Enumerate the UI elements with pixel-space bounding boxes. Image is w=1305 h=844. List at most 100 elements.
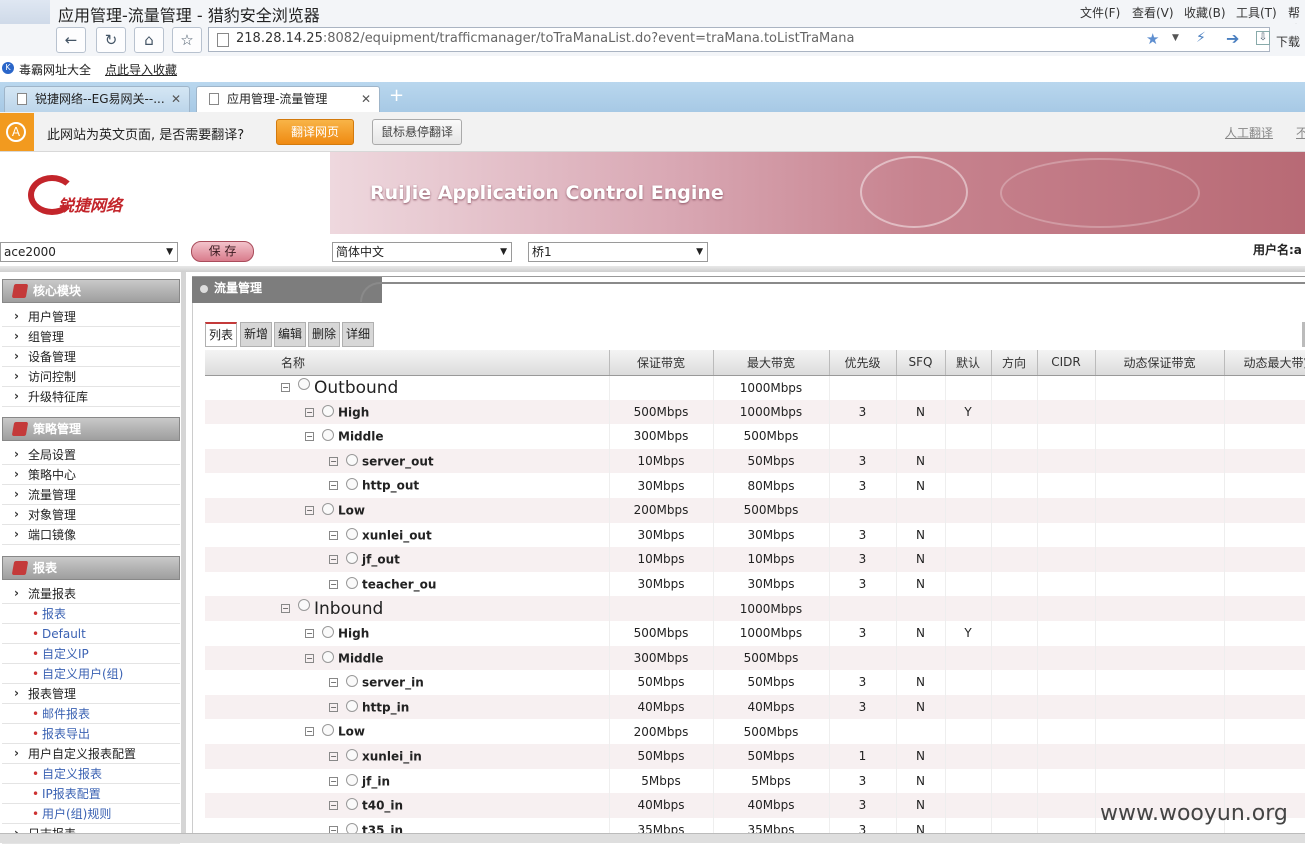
bookmark-duba[interactable]: 毒霸网址大全: [19, 61, 91, 78]
cell-name[interactable]: − High: [205, 399, 610, 425]
cell-name[interactable]: − t35_in: [205, 817, 610, 833]
sidebar-group-item[interactable]: 用户自定义报表配置: [2, 743, 180, 764]
cell-name[interactable]: − jf_in: [205, 768, 610, 794]
cell-name[interactable]: − Middle: [205, 645, 610, 671]
row-radio[interactable]: [346, 527, 358, 540]
row-radio[interactable]: [322, 404, 334, 417]
row-radio[interactable]: [322, 429, 334, 442]
table-row[interactable]: − http_in 40Mbps 40Mbps 3 N: [205, 694, 1305, 720]
cell-name[interactable]: − t40_in: [205, 793, 610, 818]
collapse-toggle-icon[interactable]: −: [329, 801, 338, 811]
col-priority[interactable]: 优先级: [829, 350, 897, 376]
table-row[interactable]: − jf_out 10Mbps 10Mbps 3 N: [205, 547, 1305, 572]
collapse-toggle-icon[interactable]: −: [329, 825, 338, 833]
url-text[interactable]: 218.28.14.25:8082/equipment/trafficmanag…: [236, 31, 854, 46]
collapse-toggle-icon[interactable]: −: [305, 653, 314, 663]
sidebar-item-port-mirror[interactable]: 端口镜像: [2, 524, 180, 545]
collapse-toggle-icon[interactable]: −: [329, 678, 338, 688]
new-tab-button[interactable]: +: [389, 85, 404, 106]
language-select[interactable]: 简体中文 ▼: [332, 242, 512, 262]
back-icon[interactable]: ←: [56, 27, 86, 53]
sidebar-group-item[interactable]: 流量报表: [2, 583, 180, 604]
collapse-toggle-icon[interactable]: −: [305, 506, 314, 516]
menu-tools[interactable]: 工具(T): [1236, 4, 1277, 21]
collapse-toggle-icon[interactable]: −: [329, 702, 338, 712]
cell-name[interactable]: − Inbound: [205, 596, 610, 621]
row-radio[interactable]: [346, 773, 358, 786]
save-button[interactable]: 保 存: [191, 241, 254, 262]
go-icon[interactable]: ➔: [1226, 29, 1239, 48]
table-row[interactable]: − server_in 50Mbps 50Mbps 3 N: [205, 670, 1305, 695]
sidebar-item-group-management[interactable]: 组管理: [2, 326, 180, 347]
col-guaranteed-bandwidth[interactable]: 保证带宽: [609, 350, 714, 376]
row-radio[interactable]: [298, 377, 310, 390]
cell-name[interactable]: − Outbound: [205, 375, 610, 400]
human-translate-link[interactable]: 人工翻译: [1225, 124, 1273, 141]
row-radio[interactable]: [298, 598, 310, 611]
col-name[interactable]: 名称: [205, 350, 610, 376]
tab-ruijie[interactable]: 锐捷网络--EG易网关--... ✕: [4, 86, 190, 112]
collapse-toggle-icon[interactable]: −: [281, 383, 290, 393]
sidebar-subitem[interactable]: Default: [2, 624, 180, 644]
refresh-icon[interactable]: ↻: [96, 27, 126, 53]
close-icon[interactable]: ✕: [361, 87, 371, 111]
cell-name[interactable]: − xunlei_out: [205, 522, 610, 548]
sidebar-subitem[interactable]: 报表: [2, 604, 180, 624]
collapse-toggle-icon[interactable]: −: [329, 776, 338, 786]
col-sfq[interactable]: SFQ: [896, 350, 946, 376]
collapse-toggle-icon[interactable]: −: [281, 604, 290, 614]
row-radio[interactable]: [346, 675, 358, 688]
row-radio[interactable]: [322, 625, 334, 638]
cell-name[interactable]: − Low: [205, 719, 610, 744]
col-max-bandwidth[interactable]: 最大带宽: [713, 350, 830, 376]
row-radio[interactable]: [322, 650, 334, 663]
row-radio[interactable]: [346, 699, 358, 712]
sidebar-item-policy-center[interactable]: 策略中心: [2, 464, 180, 485]
table-row[interactable]: − Outbound 1000Mbps: [205, 375, 1305, 400]
row-radio[interactable]: [346, 552, 358, 565]
cell-name[interactable]: − http_in: [205, 694, 610, 720]
sidebar-subitem[interactable]: 报表导出: [2, 724, 180, 744]
row-radio[interactable]: [346, 453, 358, 466]
table-row[interactable]: − Middle 300Mbps 500Mbps: [205, 424, 1305, 449]
bookmark-star-icon[interactable]: ★: [1146, 30, 1159, 48]
table-row[interactable]: − Low 200Mbps 500Mbps: [205, 497, 1305, 523]
sidebar-item-traffic-management[interactable]: 流量管理: [2, 484, 180, 505]
lightning-icon[interactable]: ⚡: [1196, 30, 1206, 46]
translate-page-button[interactable]: 翻译网页: [276, 119, 354, 145]
table-row[interactable]: − server_out 10Mbps 50Mbps 3 N: [205, 448, 1305, 474]
sidebar-item-upgrade-signatures[interactable]: 升级特征库: [2, 386, 180, 407]
row-radio[interactable]: [322, 503, 334, 516]
bridge-select[interactable]: 桥1 ▼: [528, 242, 708, 262]
sidebar-item-device-management[interactable]: 设备管理: [2, 346, 180, 367]
col-dynamic-max[interactable]: 动态最大带宽: [1224, 350, 1305, 376]
row-radio[interactable]: [346, 478, 358, 491]
row-radio[interactable]: [346, 576, 358, 589]
no-translate-link[interactable]: 不: [1296, 124, 1305, 141]
col-dynamic-guaranteed[interactable]: 动态保证带宽: [1095, 350, 1225, 376]
collapse-toggle-icon[interactable]: −: [305, 727, 314, 737]
section-core[interactable]: 核心模块: [2, 279, 180, 303]
table-row[interactable]: − xunlei_out 30Mbps 30Mbps 3 N: [205, 522, 1305, 548]
row-radio[interactable]: [346, 748, 358, 761]
sidebar-subitem[interactable]: 自定义用户(组): [2, 664, 180, 684]
download-label[interactable]: 下载: [1276, 33, 1300, 50]
sidebar-item-global-settings[interactable]: 全局设置: [2, 444, 180, 465]
table-row[interactable]: − Middle 300Mbps 500Mbps: [205, 645, 1305, 671]
table-row[interactable]: − High 500Mbps 1000Mbps 3 N Y: [205, 399, 1305, 425]
sidebar-item-access-control[interactable]: 访问控制: [2, 366, 180, 387]
edit-button[interactable]: 编辑: [274, 322, 307, 347]
section-reports[interactable]: 报表: [2, 556, 180, 580]
sidebar-subitem[interactable]: 用户(组)规则: [2, 804, 180, 824]
cell-name[interactable]: − teacher_ou: [205, 571, 610, 597]
menu-favorites[interactable]: 收藏(B): [1184, 4, 1226, 21]
hover-translate-button[interactable]: 鼠标悬停翻译: [372, 119, 462, 145]
sidebar-group-item[interactable]: 报表管理: [2, 683, 180, 704]
collapse-toggle-icon[interactable]: −: [329, 530, 338, 540]
menu-file[interactable]: 文件(F): [1080, 4, 1120, 21]
table-row[interactable]: − High 500Mbps 1000Mbps 3 N Y: [205, 620, 1305, 646]
sidebar-subitem[interactable]: 邮件报表: [2, 704, 180, 724]
sidebar-subitem[interactable]: IP报表配置: [2, 784, 180, 804]
add-button[interactable]: 新增: [240, 322, 273, 347]
close-icon[interactable]: ✕: [171, 87, 181, 111]
